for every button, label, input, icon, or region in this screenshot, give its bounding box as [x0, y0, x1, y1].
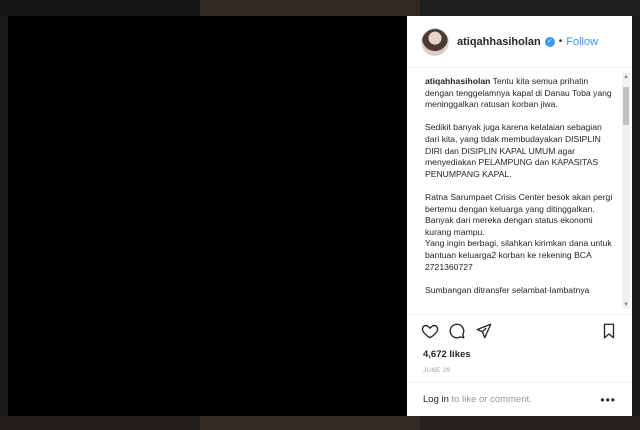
verified-badge-icon: ✓	[544, 36, 555, 47]
like-count[interactable]: 4,672 likes	[423, 349, 471, 360]
share-icon[interactable]	[475, 322, 493, 340]
scroll-down-arrow-icon[interactable]: ▼	[622, 301, 630, 309]
caption-username[interactable]: atiqahhasiholan	[425, 76, 490, 86]
header-separator: •	[558, 36, 563, 47]
comment-icon[interactable]	[448, 322, 466, 340]
caption-scroll-area[interactable]: atiqahhasiholan Tentu kita semua prihati…	[407, 69, 632, 315]
caption-text: atiqahhasiholan Tentu kita semua prihati…	[407, 69, 632, 296]
caption-body: Tentu kita semua prihatin dengan tenggel…	[425, 76, 613, 295]
login-prompt-suffix: to like or comment.	[448, 394, 532, 405]
more-options-icon[interactable]: •••	[600, 393, 616, 407]
post-side-panel: atiqahhasiholan ✓ • Follow atiqahhasihol…	[407, 16, 632, 416]
post-date[interactable]: JUNE 29	[423, 368, 451, 374]
caption-scrollbar[interactable]: ▲ ▼	[622, 73, 630, 309]
post-media[interactable]	[8, 16, 407, 416]
login-link[interactable]: Log in	[423, 394, 449, 405]
post-actions	[421, 322, 618, 346]
bookmark-icon[interactable]	[600, 322, 618, 340]
heart-icon[interactable]	[421, 322, 439, 340]
post-modal: atiqahhasiholan ✓ • Follow atiqahhasihol…	[8, 16, 632, 416]
login-prompt: Log in to like or comment.	[423, 394, 532, 405]
comment-bar: Log in to like or comment. •••	[407, 382, 632, 416]
scrollbar-thumb[interactable]	[623, 87, 629, 125]
post-header: atiqahhasiholan ✓ • Follow	[407, 16, 632, 68]
follow-button[interactable]: Follow	[566, 36, 598, 48]
avatar[interactable]	[421, 27, 449, 56]
header-username[interactable]: atiqahhasiholan	[457, 36, 541, 48]
scroll-up-arrow-icon[interactable]: ▲	[622, 73, 630, 81]
